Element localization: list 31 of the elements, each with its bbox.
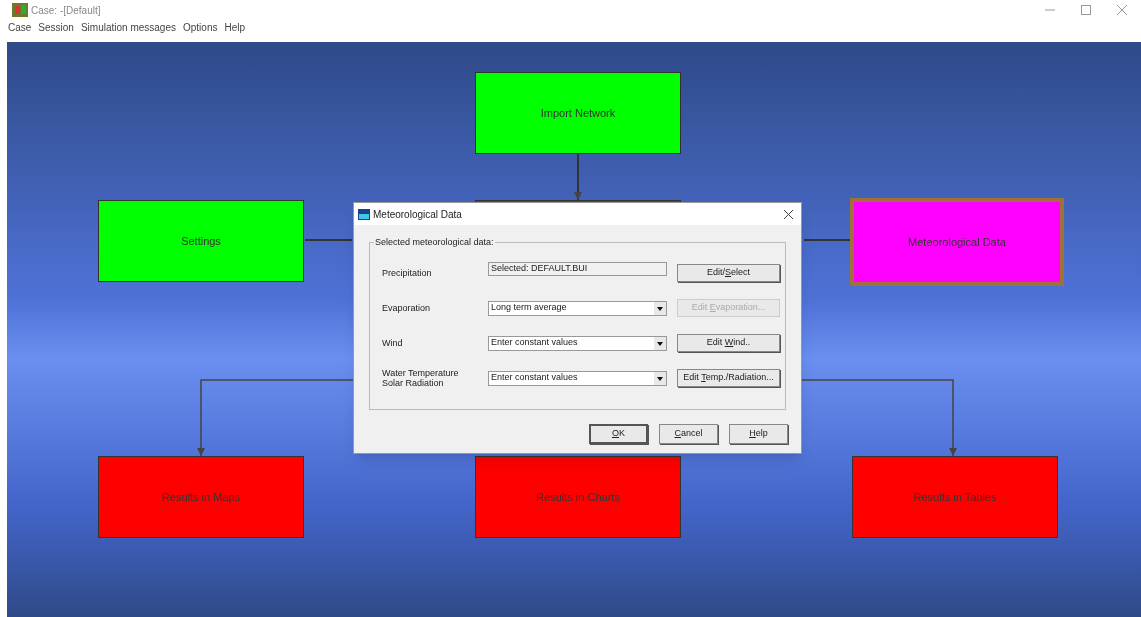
- edit-button[interactable]: Edit Wind..: [677, 334, 780, 352]
- field-label: Wind: [382, 338, 404, 348]
- field-label: Evaporation: [382, 303, 432, 313]
- diagram-node[interactable]: Settings: [98, 200, 304, 282]
- field-label: Water Temperature Solar Radiation: [382, 368, 460, 388]
- diagram-node[interactable]: Meteorological Data: [850, 198, 1064, 286]
- dialog-icon: [358, 208, 370, 220]
- close-icon[interactable]: [784, 209, 793, 219]
- menu-item[interactable]: Simulation messages: [80, 19, 176, 35]
- connector-line: [304, 239, 353, 241]
- field-label: Precipitation: [382, 268, 433, 278]
- dialog-button[interactable]: Cancel: [659, 424, 718, 444]
- connector-line: [803, 239, 851, 241]
- maximize-icon[interactable]: [1081, 5, 1091, 15]
- dropdown-field[interactable]: Enter constant values: [488, 370, 667, 386]
- diagram-node[interactable]: Import Network: [475, 72, 681, 154]
- menu-item[interactable]: Case: [8, 19, 32, 35]
- dropdown-field[interactable]: Long term average: [488, 300, 667, 316]
- menu-item[interactable]: Session: [38, 19, 74, 35]
- menu-item[interactable]: Help: [224, 19, 246, 35]
- menu-item[interactable]: Options: [183, 19, 218, 35]
- readonly-field: Selected: DEFAULT.BUI: [488, 262, 667, 276]
- app-icon: [12, 3, 28, 17]
- edit-button[interactable]: Edit/Select: [677, 264, 780, 282]
- dialog-title: Meteorological Data: [373, 207, 462, 222]
- window-title: Case: -[Default]: [31, 3, 101, 18]
- group-label: Selected meteorological data:: [374, 236, 495, 250]
- dialog-button[interactable]: OK: [589, 424, 648, 444]
- dialog-button[interactable]: Help: [729, 424, 788, 444]
- dropdown-field[interactable]: Enter constant values: [488, 335, 667, 351]
- edit-button[interactable]: Edit Temp./Radiation...: [677, 369, 780, 387]
